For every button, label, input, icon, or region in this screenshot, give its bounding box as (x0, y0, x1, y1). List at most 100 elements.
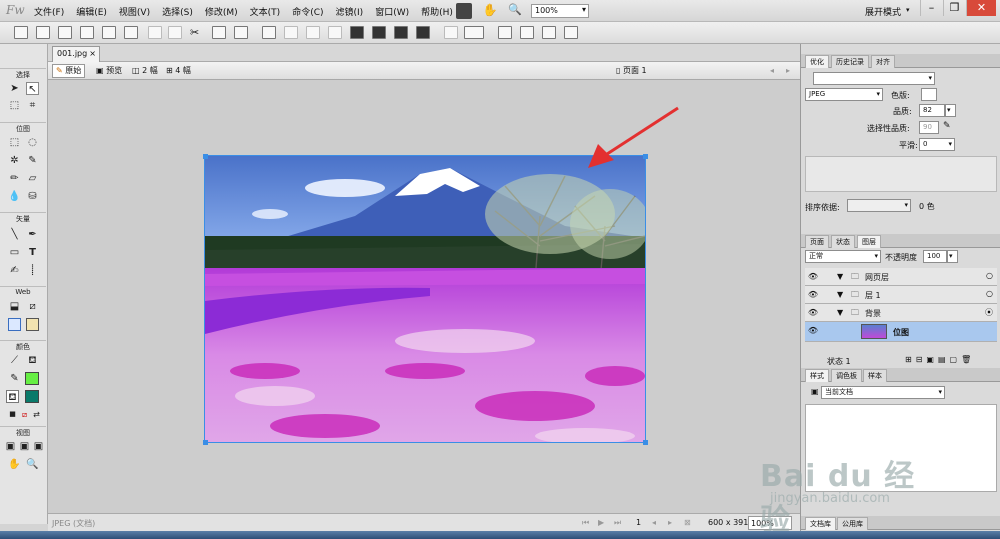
zoom-select[interactable]: 100% (531, 4, 589, 18)
blur-icon[interactable]: 💧 (8, 190, 21, 203)
selective-quality-input[interactable]: 90 (919, 121, 939, 134)
import-icon[interactable] (80, 26, 94, 39)
text-tool-icon[interactable]: T (26, 246, 39, 259)
radio-icon[interactable]: ○ (986, 271, 993, 280)
quality-input[interactable]: 82 (919, 104, 945, 117)
menu-window[interactable]: 窗口(W) (375, 5, 409, 18)
flip-vertical-icon[interactable] (564, 26, 578, 39)
document-image[interactable] (204, 155, 646, 443)
close-icon[interactable]: × (89, 49, 96, 58)
page-select[interactable]: ▯ 页面 1 (612, 64, 651, 78)
page-next-icon[interactable]: ▸ (782, 64, 794, 78)
layer-row-layer1[interactable]: 👁 ▼ 🗀 层 1 ○ (805, 286, 997, 304)
layout-mode-select[interactable]: 展开模式 (865, 5, 901, 18)
bring-front-icon[interactable] (350, 26, 364, 39)
page-prev-icon[interactable]: ◂ (766, 64, 778, 78)
first-frame-icon[interactable]: ⏮ (582, 518, 589, 528)
close-button[interactable]: ✕ (966, 0, 996, 16)
cut-icon[interactable]: ✂ (190, 26, 204, 39)
menu-commands[interactable]: 命令(C) (292, 5, 323, 18)
slice-icon[interactable]: ⧄ (26, 300, 39, 313)
hand-icon[interactable]: ✋ (482, 3, 498, 19)
undo-icon[interactable] (148, 26, 162, 39)
flip-horizontal-icon[interactable] (542, 26, 556, 39)
menu-help[interactable]: 帮助(H) (421, 5, 453, 18)
eye-icon[interactable]: 👁 (807, 271, 819, 283)
join-icon[interactable] (306, 26, 320, 39)
last-frame-icon[interactable]: ⏭ (614, 518, 621, 528)
tab-layers[interactable]: 图层 (857, 235, 881, 248)
styles-library-select[interactable]: 当前文档 (821, 386, 945, 399)
marquee-icon[interactable]: ⬚ (8, 136, 21, 149)
radio-icon[interactable]: ○ (986, 289, 993, 298)
send-backward-icon[interactable] (394, 26, 408, 39)
blend-mode-select[interactable]: 正常 (805, 250, 881, 263)
export-preset-select[interactable] (813, 72, 935, 85)
quality-slider-icon[interactable]: ▾ (945, 104, 956, 117)
layer-row-bitmap[interactable]: 👁 位图 (805, 322, 997, 342)
view-4up-button[interactable]: ⊞ 4 幅 (162, 64, 195, 78)
lasso-icon[interactable]: ◌ (26, 136, 39, 149)
sort-by-select[interactable] (847, 199, 911, 212)
standard-screen-icon[interactable]: ▣ (4, 440, 17, 453)
expand-icon[interactable]: ▼ (837, 290, 843, 299)
tab-pages[interactable]: 页面 (805, 235, 829, 248)
next-frame-icon[interactable]: ▸ (668, 518, 672, 527)
document-tab[interactable]: 001.jpg × (52, 46, 100, 62)
tab-swatches[interactable]: 调色板 (831, 369, 862, 382)
opacity-input[interactable]: 100 (923, 250, 947, 263)
full-screen-icon[interactable]: ▣ (32, 440, 45, 453)
hide-slices-icon[interactable] (8, 318, 21, 331)
line-icon[interactable]: ╲ (8, 228, 21, 241)
magic-wand-icon[interactable]: ✲ (8, 154, 21, 167)
menu-select[interactable]: 选择(S) (162, 5, 193, 18)
fill-color-swatch[interactable] (25, 390, 39, 403)
new-icon[interactable] (14, 26, 28, 39)
prev-frame-icon[interactable]: ◂ (652, 518, 656, 527)
menu-modify[interactable]: 修改(M) (205, 5, 238, 18)
chevron-down-icon[interactable]: ▾ (906, 6, 910, 14)
view-original-button[interactable]: ✎ 原始 (52, 64, 86, 78)
swap-colors-icon[interactable]: ⇄ (30, 408, 43, 421)
full-screen-menu-icon[interactable]: ▣ (18, 440, 31, 453)
export-icon[interactable] (102, 26, 116, 39)
rectangle-icon[interactable]: ▭ (8, 246, 21, 259)
tab-states[interactable]: 状态 (831, 235, 855, 248)
eraser-icon[interactable]: ▱ (26, 172, 39, 185)
restore-button[interactable]: ❐ (943, 0, 965, 16)
expand-icon[interactable]: ▼ (837, 272, 843, 281)
open-icon[interactable] (58, 26, 72, 39)
menu-view[interactable]: 视图(V) (119, 5, 150, 18)
rubber-stamp-icon[interactable]: ⛁ (26, 190, 39, 203)
tab-styles[interactable]: 样式 (805, 369, 829, 382)
hand-tool-icon[interactable]: ✋ (8, 458, 21, 471)
group-icon[interactable] (262, 26, 276, 39)
tab-history[interactable]: 历史记录 (831, 55, 869, 68)
tab-optimize[interactable]: 优化 (805, 55, 829, 68)
pointer-icon[interactable]: ➤ (8, 82, 21, 95)
ungroup-icon[interactable] (284, 26, 298, 39)
fill-bucket-icon[interactable]: ⛾ (6, 390, 19, 403)
zoom-icon[interactable]: 🔍 (507, 3, 523, 19)
view-preview-button[interactable]: ▣ 预览 (92, 64, 126, 78)
smoothing-select[interactable]: 0 (919, 138, 955, 151)
stop-icon[interactable]: ⊠ (684, 518, 691, 527)
knife-icon[interactable]: ⸽ (26, 264, 39, 277)
copy-icon[interactable] (212, 26, 226, 39)
opacity-slider-icon[interactable]: ▾ (947, 250, 958, 263)
screen-mode-icon[interactable] (456, 3, 472, 19)
eye-icon[interactable]: 👁 (807, 325, 819, 337)
menu-edit[interactable]: 编辑(E) (76, 5, 107, 18)
menu-text[interactable]: 文本(T) (250, 5, 281, 18)
show-slices-icon[interactable] (26, 318, 39, 331)
selection-handle[interactable] (643, 440, 648, 445)
freeform-icon[interactable]: ✍ (8, 264, 21, 277)
brush-icon[interactable]: ✎ (26, 154, 39, 167)
save-disabled-icon[interactable] (36, 26, 50, 39)
tab-samples[interactable]: 样本 (863, 369, 887, 382)
menu-filters[interactable]: 滤镜(I) (336, 5, 364, 18)
rotate-left-icon[interactable] (498, 26, 512, 39)
stroke-color-swatch[interactable] (25, 372, 39, 385)
view-2up-button[interactable]: ◫ 2 幅 (128, 64, 162, 78)
subselect-icon[interactable]: ↖ (26, 82, 39, 95)
